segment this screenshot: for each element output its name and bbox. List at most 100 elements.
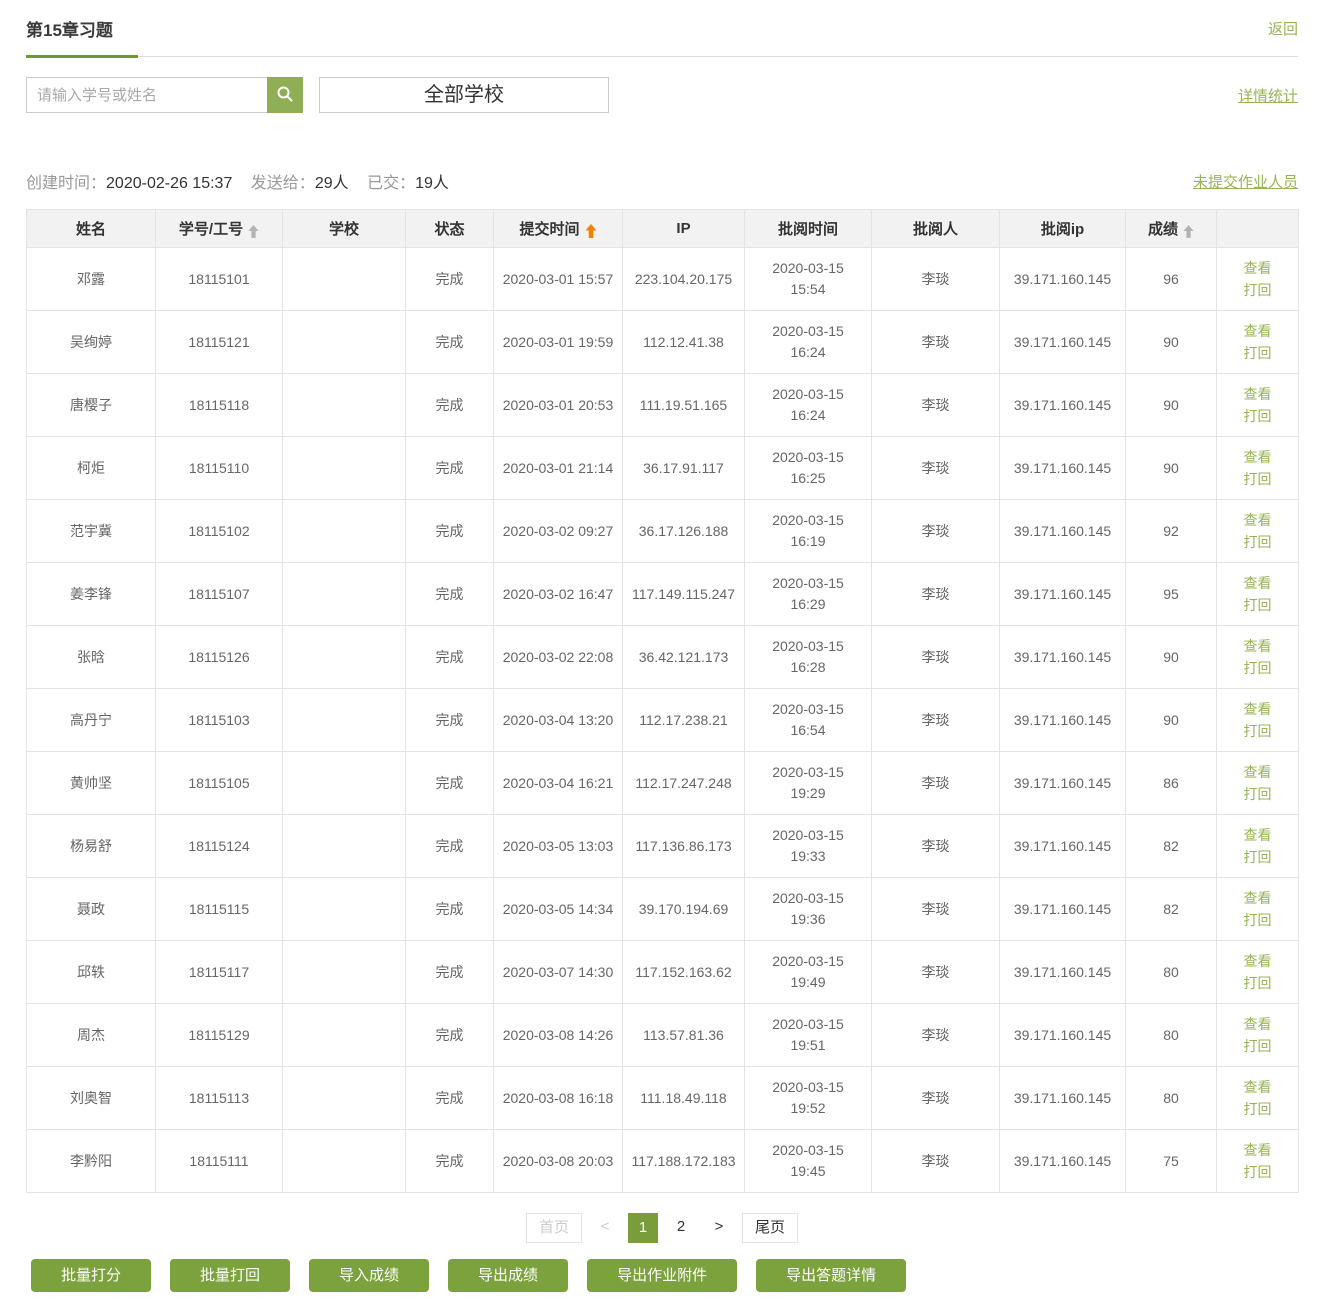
col-submit-time[interactable]: 提交时间 <box>494 210 623 248</box>
reject-link[interactable]: 打回 <box>1225 972 1290 994</box>
cell-reviewer: 李琰 <box>872 941 1000 1004</box>
table-row: 范宇冀 18115102 完成 2020-03-02 09:27 36.17.1… <box>27 500 1299 563</box>
sort-asc-icon[interactable] <box>248 222 259 239</box>
view-link[interactable]: 查看 <box>1225 824 1290 846</box>
cell-submit-time: 2020-03-04 13:20 <box>494 689 623 752</box>
pagination-next[interactable]: > <box>704 1213 734 1243</box>
table-row: 张晗 18115126 完成 2020-03-02 22:08 36.42.12… <box>27 626 1299 689</box>
view-link[interactable]: 查看 <box>1225 446 1290 468</box>
reject-link[interactable]: 打回 <box>1225 909 1290 931</box>
cell-status: 完成 <box>406 689 494 752</box>
sort-asc-active-icon[interactable] <box>585 222 597 239</box>
cell-ip: 39.170.194.69 <box>623 878 745 941</box>
cell-actions: 查看 打回 <box>1217 815 1299 878</box>
title-accent-bar <box>26 55 138 58</box>
pagination-page-1[interactable]: 1 <box>628 1213 658 1243</box>
export-answers-button[interactable]: 导出答题详情 <box>756 1259 906 1292</box>
cell-school <box>283 626 406 689</box>
reject-link[interactable]: 打回 <box>1225 657 1290 679</box>
footer-actions: 批量打分 批量打回 导入成绩 导出成绩 导出作业附件 导出答题详情 <box>26 1259 1298 1292</box>
view-link[interactable]: 查看 <box>1225 950 1290 972</box>
pagination-page-2[interactable]: 2 <box>666 1213 696 1243</box>
cell-submit-time: 2020-03-08 16:18 <box>494 1067 623 1130</box>
cell-student-id: 18115103 <box>156 689 283 752</box>
cell-reviewer: 李琰 <box>872 626 1000 689</box>
view-link[interactable]: 查看 <box>1225 1076 1290 1098</box>
cell-submit-time: 2020-03-05 13:03 <box>494 815 623 878</box>
cell-review-ip: 39.171.160.145 <box>1000 437 1126 500</box>
cell-name: 范宇冀 <box>27 500 156 563</box>
search-button[interactable] <box>267 77 303 113</box>
pagination-last[interactable]: 尾页 <box>742 1213 798 1243</box>
cell-actions: 查看 打回 <box>1217 563 1299 626</box>
cell-review-ip: 39.171.160.145 <box>1000 878 1126 941</box>
cell-school <box>283 689 406 752</box>
cell-actions: 查看 打回 <box>1217 1130 1299 1193</box>
view-link[interactable]: 查看 <box>1225 257 1290 279</box>
cell-score: 90 <box>1126 626 1217 689</box>
view-link[interactable]: 查看 <box>1225 761 1290 783</box>
view-link[interactable]: 查看 <box>1225 320 1290 342</box>
cell-name: 邱轶 <box>27 941 156 1004</box>
sort-asc-icon[interactable] <box>1183 222 1194 239</box>
cell-student-id: 18115129 <box>156 1004 283 1067</box>
reject-link[interactable]: 打回 <box>1225 531 1290 553</box>
table-row: 邱轶 18115117 完成 2020-03-07 14:30 117.152.… <box>27 941 1299 1004</box>
cell-review-ip: 39.171.160.145 <box>1000 500 1126 563</box>
cell-score: 96 <box>1126 248 1217 311</box>
batch-grade-button[interactable]: 批量打分 <box>31 1259 151 1292</box>
page-title: 第15章习题 <box>26 16 113 41</box>
cell-reviewer: 李琰 <box>872 815 1000 878</box>
cell-school <box>283 311 406 374</box>
export-scores-button[interactable]: 导出成绩 <box>448 1259 568 1292</box>
col-score[interactable]: 成绩 <box>1126 210 1217 248</box>
view-link[interactable]: 查看 <box>1225 1139 1290 1161</box>
col-student-id[interactable]: 学号/工号 <box>156 210 283 248</box>
pagination: 首页 < 1 2 > 尾页 <box>26 1213 1298 1243</box>
view-link[interactable]: 查看 <box>1225 635 1290 657</box>
created-time-label: 创建时间： <box>26 175 106 192</box>
view-link[interactable]: 查看 <box>1225 383 1290 405</box>
reject-link[interactable]: 打回 <box>1225 468 1290 490</box>
reject-link[interactable]: 打回 <box>1225 342 1290 364</box>
cell-submit-time: 2020-03-02 16:47 <box>494 563 623 626</box>
school-filter-select[interactable]: 全部学校 <box>319 77 609 113</box>
cell-review-ip: 39.171.160.145 <box>1000 563 1126 626</box>
pagination-first[interactable]: 首页 <box>526 1213 582 1243</box>
detail-stats-link[interactable]: 详情统计 <box>1238 85 1298 106</box>
cell-review-time: 2020-03-15 16:24 <box>745 374 872 437</box>
cell-reviewer: 李琰 <box>872 374 1000 437</box>
reject-link[interactable]: 打回 <box>1225 783 1290 805</box>
reject-link[interactable]: 打回 <box>1225 1035 1290 1057</box>
pagination-prev[interactable]: < <box>590 1213 620 1243</box>
reject-link[interactable]: 打回 <box>1225 594 1290 616</box>
cell-actions: 查看 打回 <box>1217 500 1299 563</box>
view-link[interactable]: 查看 <box>1225 698 1290 720</box>
reject-link[interactable]: 打回 <box>1225 405 1290 427</box>
cell-review-ip: 39.171.160.145 <box>1000 941 1126 1004</box>
cell-reviewer: 李琰 <box>872 563 1000 626</box>
cell-ip: 117.152.163.62 <box>623 941 745 1004</box>
reject-link[interactable]: 打回 <box>1225 846 1290 868</box>
cell-review-ip: 39.171.160.145 <box>1000 1130 1126 1193</box>
cell-actions: 查看 打回 <box>1217 1004 1299 1067</box>
cell-ip: 113.57.81.36 <box>623 1004 745 1067</box>
cell-name: 姜李锋 <box>27 563 156 626</box>
col-status: 状态 <box>406 210 494 248</box>
view-link[interactable]: 查看 <box>1225 887 1290 909</box>
import-scores-button[interactable]: 导入成绩 <box>309 1259 429 1292</box>
reject-link[interactable]: 打回 <box>1225 279 1290 301</box>
reject-link[interactable]: 打回 <box>1225 720 1290 742</box>
back-link[interactable]: 返回 <box>1268 18 1298 39</box>
view-link[interactable]: 查看 <box>1225 509 1290 531</box>
batch-reject-button[interactable]: 批量打回 <box>170 1259 290 1292</box>
export-attachments-button[interactable]: 导出作业附件 <box>587 1259 737 1292</box>
view-link[interactable]: 查看 <box>1225 572 1290 594</box>
reject-link[interactable]: 打回 <box>1225 1161 1290 1183</box>
search-input[interactable] <box>26 77 267 113</box>
reject-link[interactable]: 打回 <box>1225 1098 1290 1120</box>
cell-name: 唐樱子 <box>27 374 156 437</box>
view-link[interactable]: 查看 <box>1225 1013 1290 1035</box>
cell-submit-time: 2020-03-08 14:26 <box>494 1004 623 1067</box>
unsubmitted-students-link[interactable]: 未提交作业人员 <box>1193 171 1298 192</box>
